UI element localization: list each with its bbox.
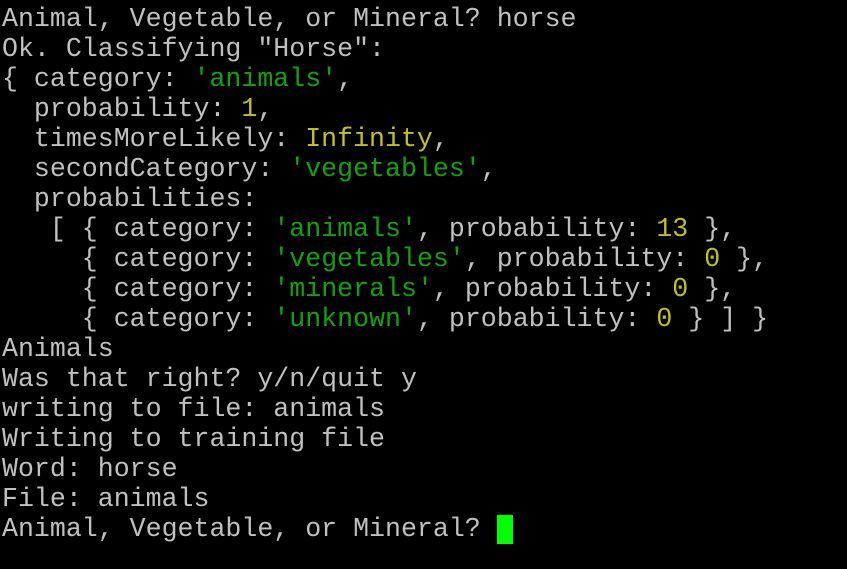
number-value: 0 xyxy=(656,304,673,334)
terminal-line: Word: horse xyxy=(2,454,768,484)
terminal-text: { category: xyxy=(2,64,194,94)
terminal-text: { category: xyxy=(2,274,274,304)
string-value: 'animals' xyxy=(273,214,417,244)
number-value: Infinity xyxy=(305,124,433,154)
terminal-text: , probability: xyxy=(416,214,657,244)
terminal-text: Animals xyxy=(2,334,114,364)
number-value: 13 xyxy=(656,214,689,244)
number-value: 0 xyxy=(672,274,689,304)
terminal-text: , probability: xyxy=(432,274,673,304)
terminal-line: Was that right? y/n/quit y xyxy=(2,364,768,394)
input-prompt-line[interactable]: Animal, Vegetable, or Mineral? xyxy=(2,514,768,544)
terminal-output: Animal, Vegetable, or Mineral? horse Ok. … xyxy=(2,4,768,544)
terminal-text: timesMoreLikely: xyxy=(2,124,306,154)
terminal-text: Ok. Classifying "Horse": xyxy=(2,34,386,64)
terminal-text: }, xyxy=(720,244,769,274)
terminal-line: writing to file: animals xyxy=(2,394,768,424)
terminal-text: Word: horse xyxy=(2,454,178,484)
terminal-text: }, xyxy=(688,274,737,304)
string-value: 'vegetables' xyxy=(273,244,465,274)
string-value: 'minerals' xyxy=(273,274,433,304)
string-value: 'animals' xyxy=(193,64,338,94)
terminal-line: { category: 'vegetables', probability: 0… xyxy=(2,244,768,274)
terminal-line: Animal, Vegetable, or Mineral? horse xyxy=(2,4,768,34)
terminal-line: Ok. Classifying "Horse": xyxy=(2,34,768,64)
string-value: 'vegetables' xyxy=(289,154,481,184)
terminal-text: probabilities: xyxy=(2,184,258,214)
terminal-line: [ { category: 'animals', probability: 13… xyxy=(2,214,768,244)
terminal-text: , xyxy=(432,124,449,154)
text-cursor[interactable] xyxy=(496,515,513,544)
terminal-text: Was that right? y/n/quit y xyxy=(2,364,417,394)
terminal-line: { category: 'animals', xyxy=(2,64,768,94)
terminal-text: , xyxy=(480,154,497,184)
terminal-text: , probability: xyxy=(464,244,705,274)
terminal-text: , xyxy=(257,94,274,124)
terminal-line: Writing to training file xyxy=(2,424,768,454)
terminal-line: File: animals xyxy=(2,484,768,514)
terminal-text: , probability: xyxy=(416,304,657,334)
terminal-line: { category: 'unknown', probability: 0 } … xyxy=(2,304,768,334)
string-value: 'unknown' xyxy=(273,304,417,334)
terminal-text: writing to file: animals xyxy=(2,394,386,424)
number-value: 0 xyxy=(704,244,721,274)
number-value: 1 xyxy=(241,94,258,124)
terminal-line: Animals xyxy=(2,334,768,364)
terminal-line: timesMoreLikely: Infinity, xyxy=(2,124,768,154)
terminal-text: secondCategory: xyxy=(2,154,290,184)
terminal-text: Animal, Vegetable, or Mineral? horse xyxy=(2,4,577,34)
terminal-text: , xyxy=(337,64,354,94)
terminal-text: probability: xyxy=(2,94,242,124)
terminal-text: { category: xyxy=(2,304,274,334)
terminal-line: secondCategory: 'vegetables', xyxy=(2,154,768,184)
terminal-text: { category: xyxy=(2,244,274,274)
terminal-line: { category: 'minerals', probability: 0 }… xyxy=(2,274,768,304)
terminal-text: }, xyxy=(688,214,737,244)
terminal-text: Writing to training file xyxy=(2,424,386,454)
prompt-text: Animal, Vegetable, or Mineral? xyxy=(2,514,497,544)
terminal-line: probabilities: xyxy=(2,184,768,214)
terminal-line: probability: 1, xyxy=(2,94,768,124)
terminal-text: File: animals xyxy=(2,484,210,514)
terminal-text: [ { category: xyxy=(2,214,274,244)
terminal-text: } ] } xyxy=(672,304,769,334)
